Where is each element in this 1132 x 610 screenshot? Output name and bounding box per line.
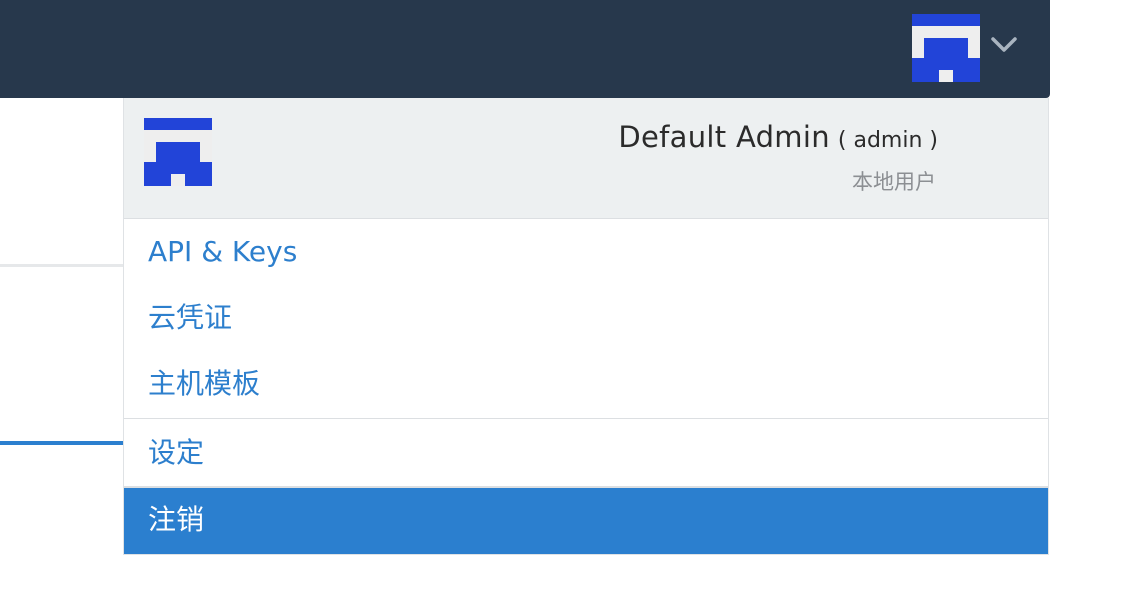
menu-item-cloud-credentials[interactable]: 云凭证	[124, 285, 1048, 351]
user-account-type: 本地用户	[852, 170, 936, 194]
chevron-down-icon	[991, 37, 1017, 52]
page: Default Admin ( admin ) 本地用户 API & Keys 云…	[0, 0, 1132, 610]
menu-item-logout[interactable]: 注销	[124, 488, 1048, 554]
menu-item-settings[interactable]: 设定	[124, 419, 1048, 486]
user-login-name: ( admin )	[837, 128, 938, 153]
user-info-header: Default Admin ( admin ) 本地用户	[124, 98, 1048, 219]
user-avatar-icon	[144, 118, 212, 186]
menu-item-api-keys[interactable]: API & Keys	[124, 219, 1048, 285]
user-name-line: Default Admin ( admin )	[618, 120, 938, 154]
user-display-name: Default Admin	[618, 120, 830, 154]
background-active-tab-underline	[0, 441, 124, 445]
background-divider	[0, 264, 124, 267]
top-navigation-bar	[0, 0, 1050, 98]
user-avatar-icon	[912, 14, 980, 82]
menu-item-host-templates[interactable]: 主机模板	[124, 351, 1048, 417]
user-dropdown-menu: Default Admin ( admin ) 本地用户 API & Keys 云…	[123, 98, 1049, 555]
user-menu-toggle[interactable]	[912, 14, 1032, 82]
